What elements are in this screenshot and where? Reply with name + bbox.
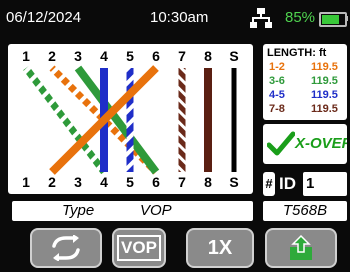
time-text: 10:30am <box>150 9 209 26</box>
network-icon <box>250 8 272 28</box>
tester-screen: 06/12/2024 10:30am 85% 1 2 3 4 5 6 7 8 S <box>0 0 350 272</box>
length-row: 7-8 119.5 <box>269 103 347 117</box>
pair-label: 4-5 <box>269 89 285 101</box>
pair-label: 7-8 <box>269 103 285 115</box>
pair-length: 119.5 <box>311 89 338 101</box>
id-value: 1 <box>303 172 347 196</box>
type-vop-bar: Type VOP <box>12 201 253 221</box>
battery-tip <box>345 16 348 21</box>
pin-bottom-7: 7 <box>178 174 186 190</box>
battery-icon <box>319 12 347 27</box>
pair-length: 119.5 <box>311 75 338 87</box>
pin-bottom-8: 8 <box>204 174 212 190</box>
pin-bottom-2: 2 <box>48 174 56 190</box>
pin-bottom-s: S <box>229 174 239 190</box>
pin-bottom-5: 5 <box>126 174 134 190</box>
length-row: 4-5 119.5 <box>269 89 347 103</box>
battery-fill <box>322 15 339 24</box>
result-label: X-OVER <box>295 135 347 152</box>
pin-bottom-4: 4 <box>100 174 108 190</box>
id-field: # ID 1 <box>263 172 347 196</box>
pin-bottom-3: 3 <box>74 174 82 190</box>
date-text: 06/12/2024 <box>6 9 82 26</box>
length-row: 3-6 119.5 <box>269 75 347 89</box>
result-panel: X-OVER <box>263 124 347 164</box>
wire-map-panel: 1 2 3 4 5 6 7 8 S 1 2 3 4 5 6 7 8 S <box>8 44 253 194</box>
pin-bottom-1: 1 <box>22 174 30 190</box>
vop-label: VOP <box>140 202 172 219</box>
pair-length: 119.5 <box>311 103 338 115</box>
1x-button[interactable]: 1X <box>186 228 254 268</box>
type-label: Type <box>62 202 95 219</box>
battery-percent: 85% <box>285 9 316 26</box>
vop-button-label: VOP <box>117 235 161 261</box>
checkmark-icon <box>267 131 295 156</box>
refresh-icon <box>52 235 80 261</box>
id-badge: # <box>263 172 275 196</box>
pin-bottom-6: 6 <box>152 174 160 190</box>
1x-button-label: 1X <box>207 236 233 259</box>
pair-length: 119.5 <box>311 61 338 73</box>
length-panel: LENGTH: ft 1-2 119.5 3-6 119.5 4-5 119.5… <box>263 44 347 120</box>
status-bar: 06/12/2024 10:30am 85% <box>0 0 350 36</box>
id-label: ID <box>279 174 296 193</box>
refresh-button[interactable] <box>30 228 102 268</box>
length-row: 1-2 119.5 <box>269 61 347 75</box>
wire-diagram <box>23 65 237 175</box>
vop-button[interactable]: VOP <box>112 228 166 268</box>
pair-label: 3-6 <box>269 75 285 87</box>
pair-label: 1-2 <box>269 61 285 73</box>
export-button[interactable] <box>265 228 337 268</box>
length-header: LENGTH: ft <box>267 47 327 59</box>
wiring-standard: T568B <box>263 201 347 221</box>
export-icon <box>290 235 312 260</box>
